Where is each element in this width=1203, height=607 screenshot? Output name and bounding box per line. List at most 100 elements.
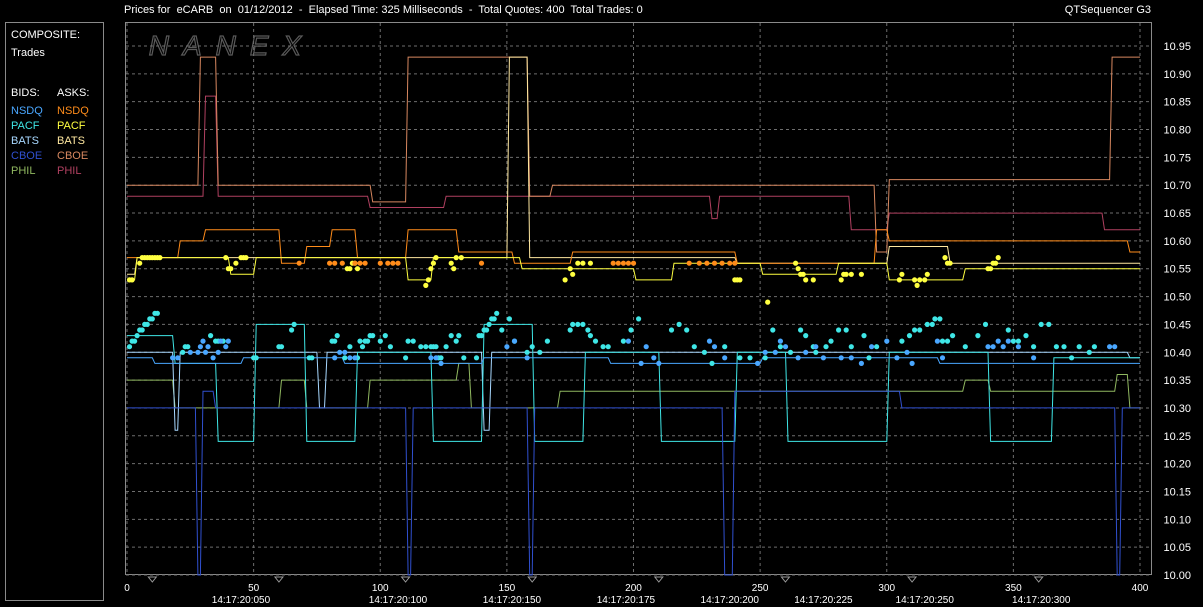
pacf-ask-ticks-point xyxy=(451,266,457,272)
y-tick-label: 10.20 xyxy=(1163,459,1191,471)
pacf-bid-ticks-point xyxy=(423,344,429,350)
pacf-bid-ticks-point xyxy=(1086,349,1092,355)
pacf-bid-ticks-point xyxy=(567,327,573,333)
pacf-ask-ticks-point xyxy=(993,260,999,266)
pacf-bid-ticks-point xyxy=(628,327,634,333)
pacf-ask-ticks-point xyxy=(458,255,464,261)
pacf-ask-ticks-point xyxy=(858,271,865,277)
pacf-bid-ticks-point xyxy=(982,321,989,327)
nsdq-bid-ticks-point xyxy=(909,360,915,366)
pacf-bid-ticks-point xyxy=(332,338,338,344)
nsdq-bid-ticks-point xyxy=(342,349,348,355)
pacf-bid-ticks-point xyxy=(1091,344,1097,350)
nsdq-bid-ticks-point xyxy=(175,355,181,361)
pacf-bid-ticks-point xyxy=(456,333,462,339)
nsdq-ask-ticks-point xyxy=(610,260,616,266)
nsdq-ask-ticks-point xyxy=(620,260,627,266)
pacf-bid-ticks-point xyxy=(410,338,416,344)
pacf-bid-ticks-point xyxy=(1038,321,1044,327)
nsdq-bid-ticks-point xyxy=(795,355,801,361)
pacf-bid-ticks-point xyxy=(491,316,497,322)
pacf-ask-ticks-point xyxy=(917,277,923,283)
pacf-bid-ticks-point xyxy=(580,321,586,327)
nsdq-bid-ticks-point xyxy=(1000,344,1006,350)
pacf-bid-ticks-point xyxy=(866,355,872,361)
nsdq-ask-ticks-point xyxy=(296,260,302,266)
nsdq-bid-ticks-point xyxy=(939,355,946,361)
pacf-ask-ticks-point xyxy=(448,260,454,266)
pacf-bid-ticks-point xyxy=(848,344,854,350)
pacf-bid-ticks-point xyxy=(448,333,454,339)
pacf-ask-ticks-point xyxy=(137,260,143,266)
pacf-bid-ticks-point xyxy=(370,333,376,339)
pacf-ask-ticks-point xyxy=(942,255,948,261)
nsdq-bid-ticks-point xyxy=(200,338,206,344)
time-label: 14:17:20:225 xyxy=(794,595,853,606)
x-marker xyxy=(653,576,664,583)
nsdq-bid-ticks-point xyxy=(352,355,358,361)
pacf-bid-ticks-point xyxy=(185,344,191,350)
pacf-bid-ticks-point xyxy=(134,333,140,339)
pacf-bid-ticks-point xyxy=(1046,321,1052,327)
nsdq-bid-ticks-point xyxy=(803,349,809,355)
pacf-bid-ticks-point xyxy=(722,344,728,350)
nsdq-ask-ticks-point xyxy=(615,260,621,266)
pacf-ask-ticks-point xyxy=(425,277,431,283)
pacf-bid-ticks-point xyxy=(149,316,155,322)
nsdq-ask-ticks-point xyxy=(377,260,383,266)
pacf-bid-ticks-point xyxy=(365,338,371,344)
pacf-bid-ticks-point xyxy=(289,327,295,333)
nsdq-ask-ticks-point xyxy=(362,260,368,266)
pacf-bid-ticks-point xyxy=(529,344,535,350)
nsdq-bid-ticks-point xyxy=(1005,338,1011,344)
pacf-ask-ticks-point xyxy=(947,260,953,266)
pacf-bid-ticks-point xyxy=(874,344,880,350)
time-label: 14:17:20:175 xyxy=(597,595,656,606)
nsdq-bid-ticks-point xyxy=(869,344,875,350)
pacf-bid-ticks-point xyxy=(403,355,409,361)
pacf-bid-ticks-point xyxy=(342,355,348,361)
time-label: 14:17:20:250 xyxy=(896,595,955,606)
pacf-bid-ticks-point xyxy=(1031,344,1037,350)
pacf-bid-ticks-point xyxy=(917,327,923,333)
pacf-bid-ticks-point xyxy=(1076,344,1082,350)
pacf-ask-ticks-point xyxy=(995,255,1001,261)
pacf-ask-ticks-point xyxy=(810,277,816,283)
x-marker xyxy=(527,576,538,583)
pacf-bid-ticks-point xyxy=(836,327,842,333)
nsdq-bid-ticks-point xyxy=(762,349,768,355)
pacf-ask-ticks-point xyxy=(843,271,849,277)
x-marker xyxy=(780,576,791,583)
nsdq-ask-ticks-point xyxy=(696,260,702,266)
pacf-bid-ticks-point xyxy=(484,327,490,333)
nsdq-ask-ticks-point xyxy=(339,260,345,266)
x-marker xyxy=(907,576,918,583)
x-tick-label: 100 xyxy=(372,583,389,594)
pacf-bid-ticks-point xyxy=(944,338,951,344)
nsdq-bid-ticks-point xyxy=(1015,344,1022,350)
pacf-bid-ticks-point xyxy=(382,333,388,339)
nsdq-bid-ticks-point xyxy=(187,349,193,355)
pacf-bid-ticks-point xyxy=(709,360,715,366)
time-label: 14:17:20:200 xyxy=(701,595,760,606)
x-axis: 0 50 100 150 200 250 300 350 400 14:17:20:050 14:1… xyxy=(124,576,1149,606)
pacf-bid-ticks-point xyxy=(592,338,599,344)
nsdq-bid-ticks-point xyxy=(995,338,1001,344)
pacf-ask-ticks-point xyxy=(848,271,854,277)
nsdq-bid-ticks-point xyxy=(848,355,854,361)
nsdq-bid-ticks-point xyxy=(225,338,231,344)
pacf-bid-ticks-point xyxy=(126,344,133,350)
x-tick-label: 150 xyxy=(499,583,516,594)
pacf-bid-ticks-point xyxy=(357,338,363,344)
nsdq-ask-ticks-point xyxy=(625,260,632,266)
pacf-ask-ticks-point xyxy=(129,277,135,283)
nsdq-bid-ticks-point xyxy=(711,344,718,350)
nsdq-bid-ticks-point xyxy=(1031,355,1037,361)
nsdq-ask-ticks-point xyxy=(727,260,733,266)
time-label: 14:17:20:050 xyxy=(212,595,271,606)
nsdq-bid-ticks-point xyxy=(625,338,632,344)
pacf-bid-ticks-point xyxy=(253,355,259,361)
pacf-bid-ticks-point xyxy=(636,316,642,322)
pacf-ask-ticks-point xyxy=(157,255,163,261)
pacf-bid-ticks-point xyxy=(747,355,753,361)
